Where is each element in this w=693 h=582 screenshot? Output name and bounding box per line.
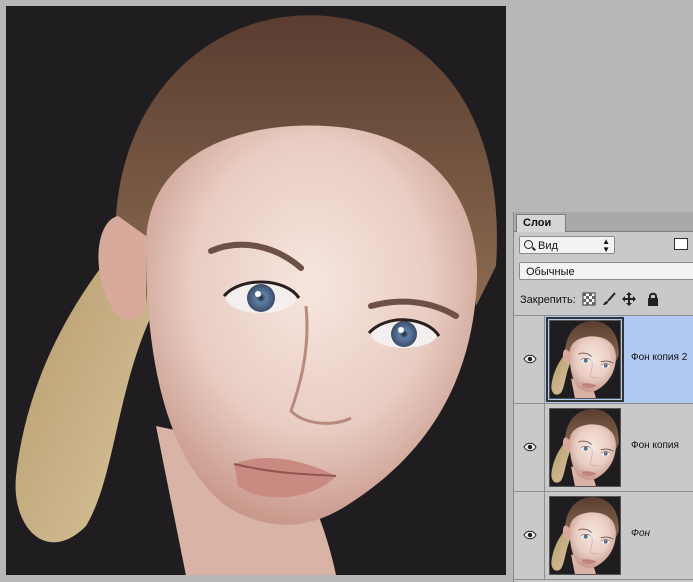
layer-visibility-toggle[interactable] [514, 404, 545, 491]
layer-filter-value: Вид [538, 240, 558, 252]
layer-row[interactable]: Фон копия 2 [514, 316, 693, 404]
layer-filter-select[interactable]: Вид ▲ ▼ [519, 236, 615, 254]
panel-tabbar: Слои [514, 212, 693, 232]
lock-transparent-pixels-icon[interactable] [582, 292, 596, 306]
lock-icon[interactable] [646, 292, 660, 306]
layer-thumbnail[interactable] [549, 408, 621, 487]
lock-label: Закрепить: [520, 294, 576, 306]
portrait-image [6, 6, 506, 575]
blend-mode-select[interactable]: Обычные [519, 262, 693, 280]
updown-arrows-icon: ▲ ▼ [602, 237, 610, 254]
layer-visibility-toggle[interactable] [514, 492, 545, 579]
tab-layers[interactable]: Слои [516, 214, 567, 232]
layer-thumbnail[interactable] [549, 496, 621, 575]
eye-icon [523, 354, 537, 364]
brush-icon[interactable] [602, 292, 616, 306]
layer-row[interactable]: Фон [514, 492, 693, 580]
move-icon[interactable] [622, 292, 636, 306]
layer-name[interactable]: Фон [631, 528, 650, 539]
layers-list: Фон копия 2 Фон копия Фон [514, 315, 693, 582]
eye-icon [523, 442, 537, 452]
document-canvas[interactable] [6, 6, 506, 575]
eye-icon [523, 530, 537, 540]
layer-name[interactable]: Фон копия [631, 440, 679, 451]
blend-mode-value: Обычные [526, 266, 575, 278]
layer-row[interactable]: Фон копия [514, 404, 693, 492]
filter-image-icon[interactable] [674, 238, 688, 250]
search-icon [524, 240, 533, 249]
layer-thumbnail[interactable] [546, 317, 624, 402]
layer-name[interactable]: Фон копия 2 [631, 352, 687, 363]
layer-visibility-toggle[interactable] [514, 316, 545, 403]
layers-panel: Слои Вид ▲ ▼ Обычные Закрепить: Фон копия… [513, 212, 693, 582]
